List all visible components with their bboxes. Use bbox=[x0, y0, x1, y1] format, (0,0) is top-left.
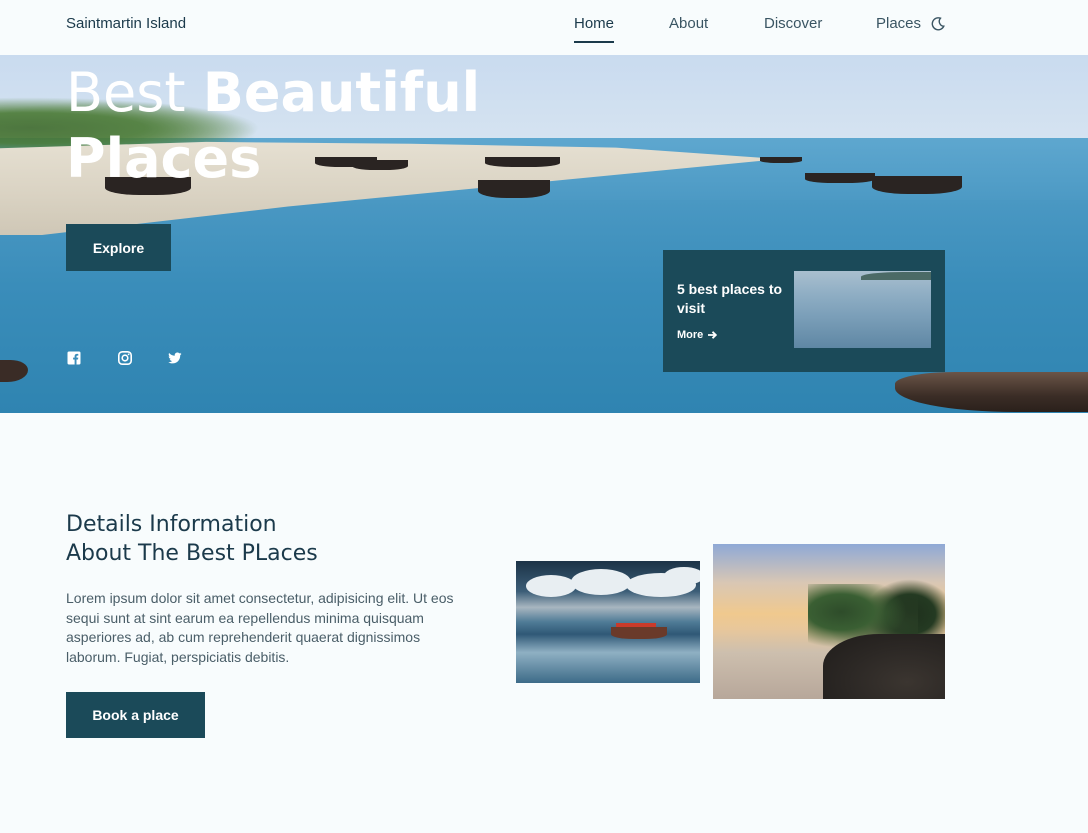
boat-hull bbox=[611, 627, 667, 639]
featured-card-image bbox=[794, 271, 931, 348]
nav-link-places[interactable]: Places bbox=[876, 15, 921, 32]
arrow-right-icon bbox=[708, 331, 718, 339]
boat-image bbox=[872, 176, 962, 194]
nav-active-indicator bbox=[574, 41, 614, 43]
book-place-button[interactable]: Book a place bbox=[66, 692, 205, 738]
moon-icon[interactable] bbox=[930, 16, 946, 32]
featured-card[interactable]: 5 best places to visit More bbox=[663, 250, 945, 372]
hero-title-light: Best bbox=[66, 61, 186, 124]
instagram-icon[interactable] bbox=[118, 351, 132, 365]
card-image-shore bbox=[861, 272, 931, 280]
top-nav: Saintmartin Island Home About Discover P… bbox=[0, 0, 1088, 55]
cloud-shape bbox=[526, 575, 576, 597]
boat-image bbox=[760, 157, 802, 163]
brand-logo[interactable]: Saintmartin Island bbox=[66, 15, 186, 32]
hero-title: Best Beautiful Places bbox=[66, 60, 546, 192]
nav-link-home[interactable]: Home bbox=[574, 15, 614, 32]
details-title-line1: Details Information bbox=[66, 512, 277, 537]
details-title: Details Information About The Best PLace… bbox=[66, 510, 486, 568]
nav-link-about[interactable]: About bbox=[669, 15, 708, 32]
hero-title-line2: Places bbox=[66, 127, 262, 190]
cloud-shape bbox=[571, 569, 631, 595]
twitter-icon[interactable] bbox=[168, 351, 182, 365]
cloud-shape bbox=[664, 567, 700, 585]
facebook-icon[interactable] bbox=[67, 351, 81, 365]
rocks-shape bbox=[823, 634, 945, 699]
sunset-beach-photo bbox=[713, 544, 945, 699]
nav-link-discover[interactable]: Discover bbox=[764, 15, 822, 32]
details-title-line2: About The Best PLaces bbox=[66, 541, 318, 566]
more-link-label: More bbox=[677, 329, 704, 341]
hero-title-bold: Beautiful bbox=[202, 61, 481, 124]
explore-button[interactable]: Explore bbox=[66, 224, 171, 271]
featured-card-title: 5 best places to visit bbox=[677, 281, 783, 316]
boat-sea-photo bbox=[516, 561, 700, 683]
more-link[interactable]: More bbox=[677, 329, 718, 341]
boat-image bbox=[805, 173, 875, 183]
details-description: Lorem ipsum dolor sit amet consectetur, … bbox=[66, 590, 454, 665]
